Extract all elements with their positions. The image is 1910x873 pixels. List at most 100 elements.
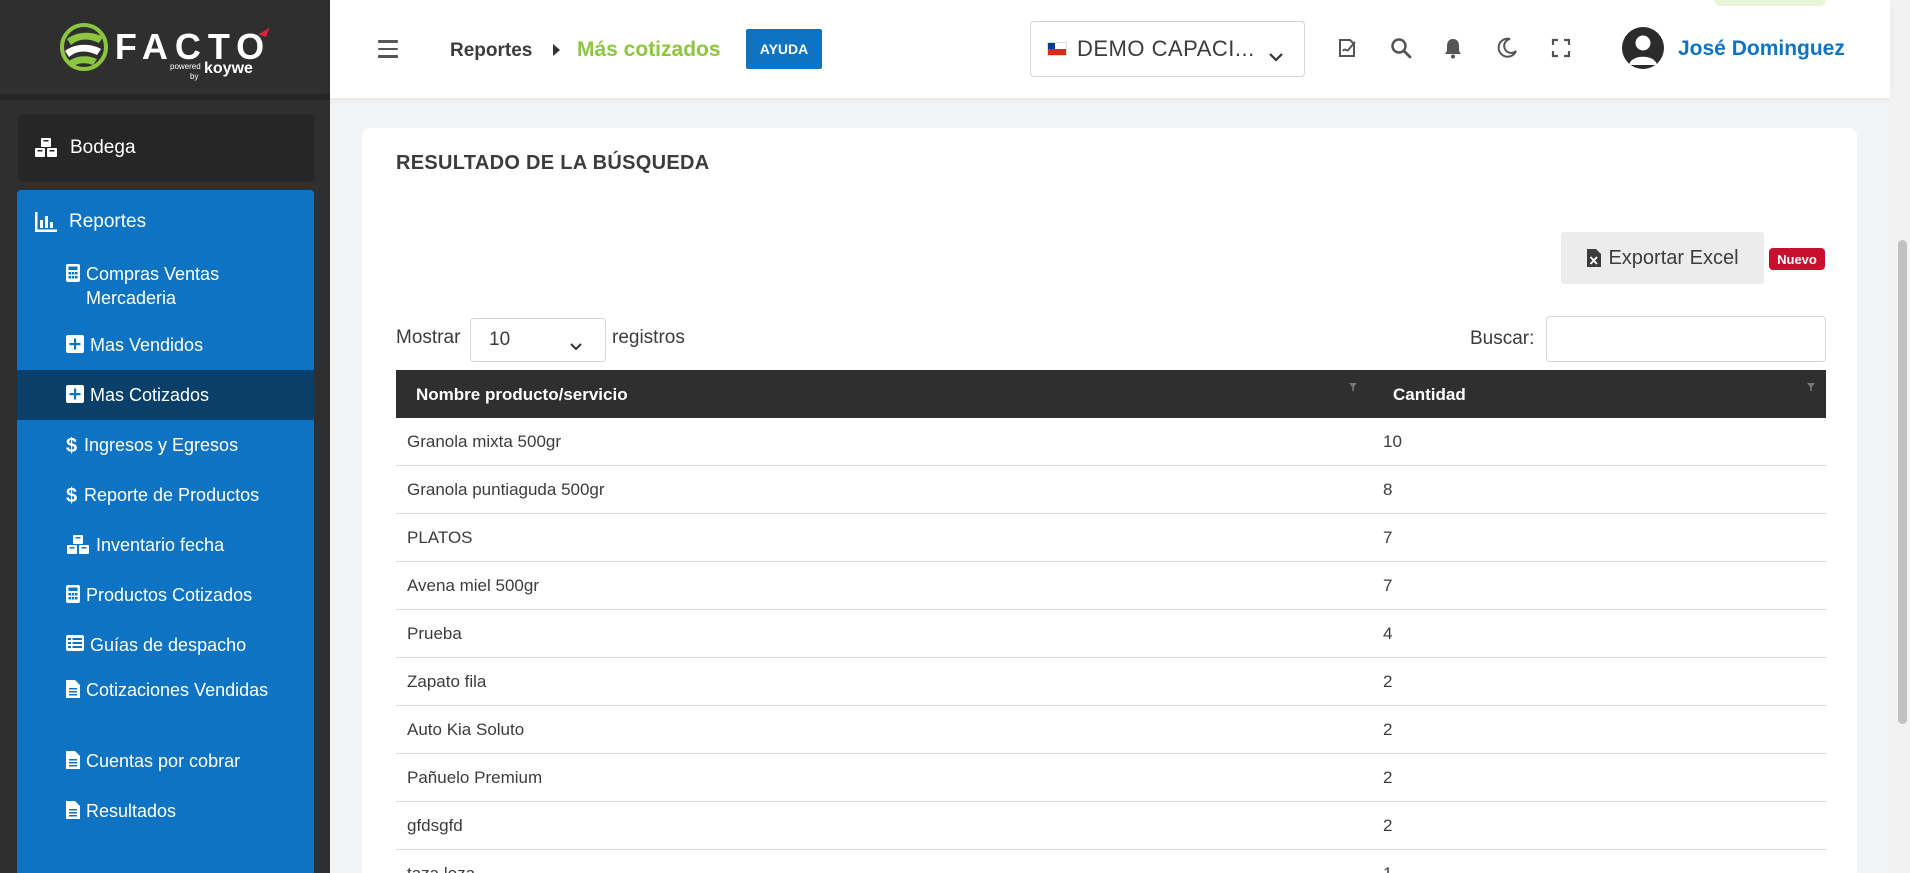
- cell-product: Auto Kia Soluto: [407, 720, 525, 739]
- cell-product: PLATOS: [407, 528, 473, 547]
- sidebar-item-inventario-fecha[interactable]: Inventario fecha: [17, 520, 314, 570]
- reportes-submenu: Compras Ventas Mercaderia Mas Vendidos Mas…: [17, 254, 314, 836]
- chevron-down-icon: [1268, 42, 1284, 68]
- search-icon[interactable]: [1389, 36, 1413, 60]
- breadcrumb-current: Más cotizados: [577, 38, 721, 61]
- signature-icon[interactable]: [1336, 36, 1360, 60]
- sidebar-item-mas-cotizados[interactable]: Mas Cotizados: [17, 370, 314, 420]
- cell-quantity: 1: [1383, 864, 1392, 873]
- sidebar-item-label: Cotizaciones Vendidas: [86, 680, 269, 700]
- sidebar-item-guías-de-despacho[interactable]: Guías de despacho: [17, 620, 314, 670]
- sidebar-item-productos-cotizados[interactable]: Productos Cotizados: [17, 570, 314, 620]
- cell-quantity: 10: [1383, 432, 1402, 451]
- cubes-icon: [66, 535, 90, 555]
- calculator-icon: [66, 585, 80, 603]
- column-header-quantity[interactable]: Cantidad: [1393, 385, 1466, 405]
- excel-file-icon: [1586, 248, 1602, 268]
- header-accent: [1714, 0, 1826, 6]
- sidebar-item-label: Mas Cotizados: [90, 385, 210, 405]
- export-excel-label: Exportar Excel: [1608, 246, 1739, 269]
- sidebar-item-cotizaciones-vendidas[interactable]: Cotizaciones Vendidas: [17, 670, 314, 736]
- sidebar-item-compras-ventas-mercaderia[interactable]: Compras Ventas Mercaderia: [17, 254, 314, 320]
- sidebar-item-mas-vendidos[interactable]: Mas Vendidos: [17, 320, 314, 370]
- list-icon: [66, 635, 84, 651]
- sidebar-item-ingresos-y-egresos[interactable]: $ Ingresos y Egresos: [17, 420, 314, 470]
- scrollbar-thumb[interactable]: [1898, 240, 1907, 724]
- sidebar-item-label: Cuentas por cobrar: [86, 751, 241, 771]
- page-length-select[interactable]: 10: [470, 318, 606, 362]
- sidebar-item-label: Inventario fecha: [96, 535, 225, 555]
- brand-subline: powered by koywe: [170, 61, 253, 82]
- bell-icon[interactable]: [1441, 36, 1465, 60]
- company-select-value: DEMO CAPACI...: [1077, 36, 1255, 61]
- table-row: Auto Kia Soluto 2: [396, 706, 1826, 754]
- svg-text:$: $: [66, 485, 77, 505]
- cell-quantity: 7: [1383, 576, 1393, 595]
- table-row: taza loza 1: [396, 850, 1826, 873]
- table-row: Avena miel 500gr 7: [396, 562, 1826, 610]
- export-excel-button[interactable]: Exportar Excel: [1561, 232, 1764, 284]
- search-label: Buscar:: [1470, 328, 1535, 349]
- breadcrumb-parent[interactable]: Reportes: [450, 40, 532, 62]
- facto-logo-icon: [59, 23, 108, 71]
- sort-icon[interactable]: [1348, 377, 1358, 397]
- breadcrumb-separator-icon: [553, 44, 560, 56]
- sidebar-item-label: Mas Vendidos: [90, 335, 204, 355]
- table-row: Prueba 4: [396, 610, 1826, 658]
- cell-quantity: 2: [1383, 768, 1393, 787]
- sidebar: FACTO powered by koywe Bodega Reportes C…: [0, 0, 330, 873]
- table-body: Granola mixta 500gr 10 Granola puntiaguda …: [396, 418, 1826, 873]
- sidebar-item-reporte-de-productos[interactable]: $ Reporte de Productos: [17, 470, 314, 520]
- cell-product: Avena miel 500gr: [407, 576, 539, 595]
- brand-by: by: [190, 72, 199, 81]
- cell-quantity: 7: [1383, 528, 1393, 547]
- sidebar-group-reportes: Reportes Compras Ventas Mercaderia Mas Ve…: [17, 190, 314, 873]
- cell-product: Pañuelo Premium: [407, 768, 543, 787]
- table-row: Pañuelo Premium 2: [396, 754, 1826, 802]
- cell-quantity: 8: [1383, 480, 1393, 499]
- brand-powered: powered: [170, 62, 201, 71]
- cell-quantity: 2: [1383, 816, 1393, 835]
- column-header-product[interactable]: Nombre producto/servicio: [416, 385, 628, 405]
- sidebar-item-resultados[interactable]: Resultados: [17, 786, 314, 836]
- help-button[interactable]: AYUDA: [746, 29, 822, 69]
- table-row: PLATOS 7: [396, 514, 1826, 562]
- results-table: Nombre producto/servicio Cantidad Granol…: [396, 370, 1826, 873]
- new-badge: Nuevo: [1769, 248, 1825, 270]
- hamburger-menu-icon[interactable]: [378, 40, 398, 63]
- sidebar-item-bodega[interactable]: Bodega: [18, 114, 314, 182]
- cell-product: Granola mixta 500gr: [407, 432, 562, 451]
- table-header: Nombre producto/servicio Cantidad: [396, 370, 1826, 418]
- sidebar-item-label: Guías de despacho: [90, 635, 247, 655]
- moon-icon[interactable]: [1495, 36, 1519, 60]
- file-icon: [66, 680, 80, 698]
- avatar[interactable]: [1622, 27, 1664, 69]
- chevron-down-icon: [569, 335, 583, 357]
- fullscreen-icon[interactable]: [1549, 36, 1573, 60]
- dollar-icon: $: [66, 485, 78, 505]
- company-select[interactable]: DEMO CAPACI...: [1030, 21, 1305, 77]
- search-input[interactable]: [1546, 316, 1826, 362]
- calculator-icon: [66, 264, 80, 282]
- show-label: Mostrar: [396, 327, 461, 348]
- sort-icon[interactable]: [1806, 377, 1816, 397]
- sidebar-item-label: Ingresos y Egresos: [84, 435, 239, 455]
- results-card: RESULTADO DE LA BÚSQUEDA Exportar Excel …: [362, 128, 1857, 873]
- top-header: Reportes Más cotizados AYUDA DEMO CAPACI…: [330, 0, 1890, 98]
- file-icon: [66, 801, 80, 819]
- table-row: Zapato fila 2: [396, 658, 1826, 706]
- table-row: Granola mixta 500gr 10: [396, 418, 1826, 466]
- sidebar-item-label: Resultados: [86, 801, 177, 821]
- sidebar-item-reportes[interactable]: Reportes: [17, 190, 314, 254]
- table-row: gfdsgfd 2: [396, 802, 1826, 850]
- cell-product: taza loza: [407, 864, 475, 873]
- svg-text:$: $: [66, 435, 77, 455]
- cell-quantity: 2: [1383, 720, 1393, 739]
- bar-chart-icon: [35, 212, 57, 232]
- sidebar-item-label: Reporte de Productos: [84, 485, 260, 505]
- page-scrollbar[interactable]: [1894, 0, 1910, 873]
- sidebar-item-cuentas-por-cobrar[interactable]: Cuentas por cobrar: [17, 736, 314, 786]
- file-icon: [66, 751, 80, 769]
- user-name[interactable]: José Dominguez: [1678, 37, 1845, 61]
- logo[interactable]: FACTO powered by koywe: [0, 0, 330, 100]
